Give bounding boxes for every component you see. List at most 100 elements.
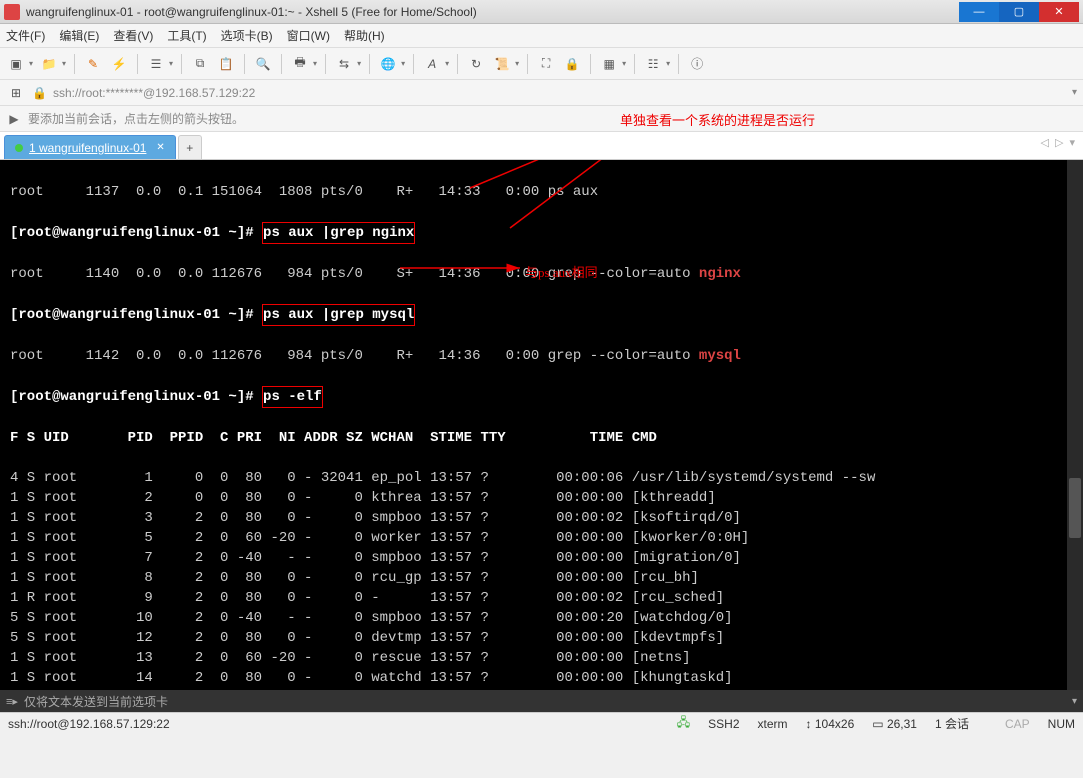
ps-row: 1 S root 15 2 0 60 -20 - 0 rescue 13:57 …: [10, 688, 1073, 690]
menu-tools[interactable]: 工具(T): [167, 27, 206, 44]
dropdown-icon[interactable]: ▾: [622, 59, 626, 68]
close-button[interactable]: ✕: [1039, 2, 1079, 22]
status-size: ↕ 104x26: [806, 717, 855, 731]
tab-nav: ◁ ▷ ▾: [1041, 136, 1075, 149]
tab-next-icon[interactable]: ▷: [1055, 136, 1063, 149]
refresh-icon[interactable]: ↻: [466, 54, 486, 74]
menu-help[interactable]: 帮助(H): [344, 27, 385, 44]
status-term: xterm: [758, 717, 788, 731]
properties-icon[interactable]: ☰: [146, 54, 166, 74]
ps-row: 1 S root 8 2 0 80 0 - 0 rcu_gp 13:57 ? 0…: [10, 568, 1073, 588]
lock-small-icon: 🔒: [32, 86, 47, 100]
menu-edit[interactable]: 编辑(E): [59, 27, 99, 44]
highlighted-cmd-pself: ps -elf: [262, 386, 323, 408]
find-icon[interactable]: 🔍: [253, 54, 273, 74]
dropdown-icon[interactable]: ▾: [29, 59, 33, 68]
dropdown-icon[interactable]: ▾: [401, 59, 405, 68]
menu-bar: 文件(F) 编辑(E) 查看(V) 工具(T) 选项卡(B) 窗口(W) 帮助(…: [0, 24, 1083, 48]
status-cursor: ▭ 26,31: [872, 717, 917, 731]
ps-row: 1 S root 3 2 0 80 0 - 0 smpboo 13:57 ? 0…: [10, 508, 1073, 528]
address-bar: ⊞ 🔒 ssh://root:********@192.168.57.129:2…: [0, 80, 1083, 106]
divider: [590, 54, 591, 74]
menu-file[interactable]: 文件(F): [6, 27, 45, 44]
divider: [369, 54, 370, 74]
window-buttons: — ▢ ✕: [959, 2, 1079, 22]
divider: [634, 54, 635, 74]
dropdown-icon[interactable]: ▾: [515, 59, 519, 68]
divider: [678, 54, 679, 74]
app-icon: [4, 4, 20, 20]
tab-strip: 1 wangruifenglinux-01 ✕ + ◁ ▷ ▾: [0, 132, 1083, 160]
tab-list-icon[interactable]: ▾: [1069, 136, 1075, 149]
divider: [74, 54, 75, 74]
add-tab-button[interactable]: +: [178, 135, 202, 159]
minimize-button[interactable]: —: [959, 2, 999, 22]
divider: [325, 54, 326, 74]
new-session-icon[interactable]: ▣: [6, 54, 26, 74]
cursor-icon: ▭: [872, 717, 883, 731]
window-titlebar: wangruifenglinux-01 - root@wangruifengli…: [0, 0, 1083, 24]
fullscreen-icon[interactable]: ⛶: [536, 54, 556, 74]
divider: [527, 54, 528, 74]
ssh-icon: 🖧: [677, 713, 690, 734]
ps-row: 1 S root 14 2 0 80 0 - 0 watchd 13:57 ? …: [10, 668, 1073, 688]
layout-icon[interactable]: ☷: [643, 54, 663, 74]
dropdown-icon[interactable]: ▾: [357, 59, 361, 68]
divider: [181, 54, 182, 74]
ps-row: 5 S root 10 2 0 -40 - - 0 smpboo 13:57 ?…: [10, 608, 1073, 628]
divider: [413, 54, 414, 74]
address-url[interactable]: ssh://root:********@192.168.57.129:22: [53, 86, 1066, 100]
terminal-line: [root@wangruifenglinux-01 ~]# ps aux |gr…: [10, 304, 1073, 326]
dropdown-icon[interactable]: ▾: [1072, 87, 1077, 98]
connect-icon[interactable]: ✎: [83, 54, 103, 74]
status-ssh: SSH2: [708, 717, 739, 731]
terminal-line: [root@wangruifenglinux-01 ~]# ps -elf: [10, 386, 1073, 408]
copy-icon[interactable]: ⧉: [190, 54, 210, 74]
terminal-line: root 1142 0.0 0.0 112676 984 pts/0 R+ 14…: [10, 346, 1073, 366]
status-dot-icon: [15, 144, 23, 152]
dropdown-icon[interactable]: ▾: [169, 59, 173, 68]
help-icon[interactable]: ⓘ: [687, 54, 707, 74]
open-folder-icon[interactable]: 📁: [39, 54, 59, 74]
dropdown-icon[interactable]: ▾: [445, 59, 449, 68]
paste-icon[interactable]: 📋: [216, 54, 236, 74]
highlighted-cmd-nginx: ps aux |grep nginx: [262, 222, 415, 244]
dropdown-icon[interactable]: ▾: [1072, 696, 1077, 707]
dropdown-icon[interactable]: ▾: [666, 59, 670, 68]
disconnect-icon[interactable]: ⚡: [109, 54, 129, 74]
script-icon[interactable]: 📜: [492, 54, 512, 74]
ps-row: 1 R root 9 2 0 80 0 - 0 - 13:57 ? 00:00:…: [10, 588, 1073, 608]
send-bar: ≡▸ 仅将文本发送到当前选项卡 ▾: [0, 690, 1083, 712]
scrollbar-thumb[interactable]: [1069, 478, 1081, 538]
globe-icon[interactable]: 🌐: [378, 54, 398, 74]
send-icon[interactable]: ≡▸: [6, 695, 18, 708]
lock-icon[interactable]: 🔒: [562, 54, 582, 74]
dropdown-icon[interactable]: ▾: [62, 59, 66, 68]
session-tab[interactable]: 1 wangruifenglinux-01 ✕: [4, 135, 176, 159]
tab-prev-icon[interactable]: ◁: [1041, 136, 1049, 149]
transfer-icon[interactable]: ⇆: [334, 54, 354, 74]
status-num: NUM: [1048, 717, 1075, 731]
status-session: 1 会话: [935, 715, 969, 732]
dropdown-icon[interactable]: ▾: [313, 59, 317, 68]
ps-row: 1 S root 13 2 0 60 -20 - 0 rescue 13:57 …: [10, 648, 1073, 668]
font-icon[interactable]: A: [422, 54, 442, 74]
divider: [244, 54, 245, 74]
tile-icon[interactable]: ▦: [599, 54, 619, 74]
terminal-output[interactable]: root 1137 0.0 0.1 151064 1808 pts/0 R+ 1…: [0, 160, 1083, 690]
size-icon: ↕: [806, 717, 812, 731]
ps-header: F S UID PID PPID C PRI NI ADDR SZ WCHAN …: [10, 428, 1073, 448]
print-icon[interactable]: 🖶: [290, 54, 310, 74]
menu-window[interactable]: 窗口(W): [287, 27, 330, 44]
terminal-line: [root@wangruifenglinux-01 ~]# ps aux |gr…: [10, 222, 1073, 244]
send-label: 仅将文本发送到当前选项卡: [24, 693, 168, 710]
sessions-icon[interactable]: ⊞: [6, 83, 26, 103]
toolbar: ▣▾ 📁▾ ✎ ⚡ ☰▾ ⧉ 📋 🔍 🖶▾ ⇆▾ 🌐▾ A▾ ↻ 📜▾ ⛶ 🔒 …: [0, 48, 1083, 80]
menu-tabs[interactable]: 选项卡(B): [221, 27, 273, 44]
annotation-text: 单独查看一个系统的进程是否运行: [620, 110, 815, 129]
menu-view[interactable]: 查看(V): [113, 27, 153, 44]
close-tab-icon[interactable]: ✕: [156, 142, 164, 153]
arrow-hint-icon[interactable]: ▶: [6, 111, 22, 127]
terminal-scrollbar[interactable]: [1067, 160, 1083, 690]
maximize-button[interactable]: ▢: [999, 2, 1039, 22]
